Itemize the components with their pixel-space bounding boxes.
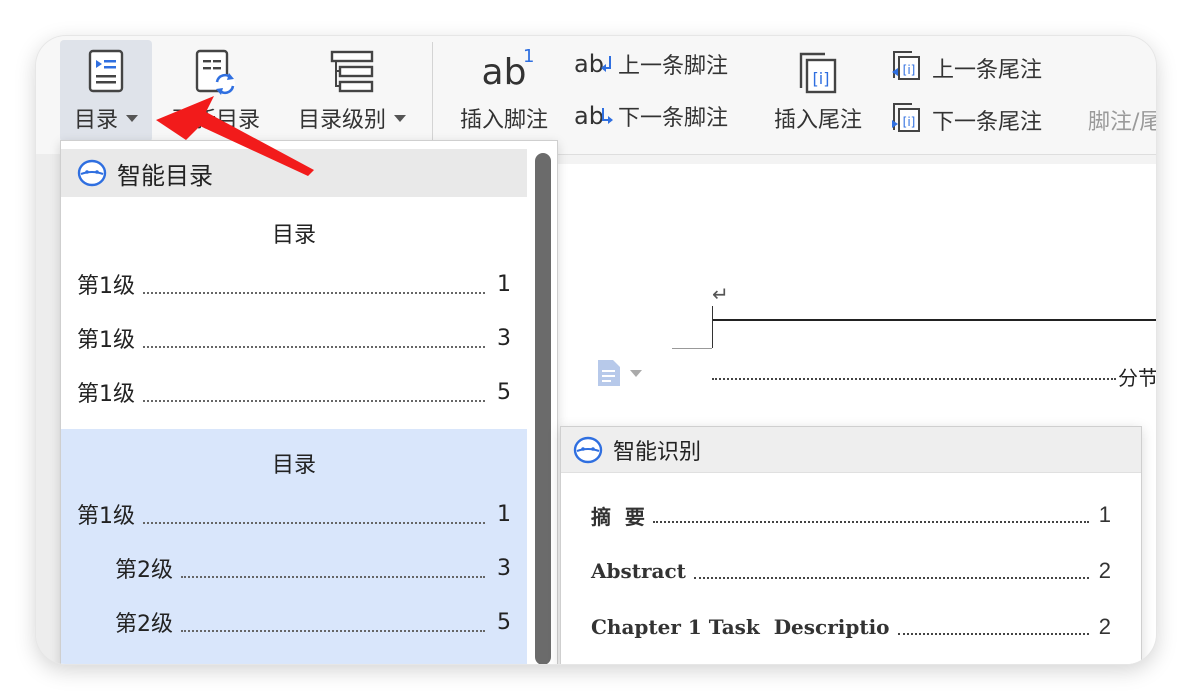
refresh-doc-icon: [193, 42, 239, 102]
recognized-entry: 摘 要1: [591, 502, 1111, 529]
section-break-label: 分节: [1118, 366, 1156, 390]
smart-face-icon: [573, 436, 603, 463]
toc-button[interactable]: 目录: [60, 40, 152, 142]
recognized-entry: Abstract 2: [591, 558, 1111, 583]
endnote-icon: [i]: [795, 42, 841, 102]
margin-corner-horizontal: [672, 348, 712, 349]
svg-text:[i]: [i]: [813, 69, 830, 88]
paragraph-options-button[interactable]: [596, 358, 642, 388]
toc-level-label: 目录级别: [297, 108, 386, 133]
dropdown-scrollbar[interactable]: [535, 153, 551, 664]
smart-toc-header[interactable]: 智能目录: [61, 149, 527, 197]
update-toc-button[interactable]: 更新目录: [166, 42, 266, 134]
toc-entry: 第2级 5: [115, 609, 511, 638]
svg-text:[i]: [i]: [903, 115, 916, 129]
toc-entry: 第1级 1: [77, 271, 511, 300]
prev-endnote-label: 上一条尾注: [932, 58, 1043, 83]
insert-footnote-button[interactable]: ab 1 插入脚注: [454, 42, 554, 134]
ribbon-toolbar: 目录 更新目录 目录级别 ab 1 插入脚注 ab 上一条脚注 ab 下一条脚注…: [36, 36, 1156, 155]
margin-corner-vertical: [712, 306, 713, 348]
toc-entry: 第1级 3: [77, 325, 511, 354]
app-window: 目录 更新目录 目录级别 ab 1 插入脚注 ab 上一条脚注 ab 下一条脚注…: [36, 36, 1156, 664]
footnote-group-label: 脚注/尾: [1088, 110, 1156, 135]
next-footnote-icon: ab: [574, 102, 613, 130]
smart-toc-header-label: 智能目录: [117, 161, 213, 190]
toc-icon: [84, 40, 128, 102]
update-toc-label: 更新目录: [171, 108, 260, 133]
ribbon-divider: [432, 42, 433, 140]
next-endnote-icon: [i]: [890, 100, 922, 140]
toc-card-title: 目录: [271, 223, 316, 248]
chevron-down-icon: [630, 369, 642, 377]
left-edge: [36, 154, 60, 664]
doc-options-icon: [598, 360, 620, 386]
toc-dropdown-menu: 智能目录 目录 第1级 1 第1级 3 第1级 5 目录 第1级 1 第2级 3 第2级 5: [60, 140, 558, 664]
header-rule: [712, 319, 1156, 321]
smart-recognition-header-label: 智能识别: [613, 439, 702, 465]
smart-recognition-header: 智能识别: [561, 427, 1141, 473]
insert-footnote-label: 插入脚注: [459, 108, 548, 133]
next-endnote-label: 下一条尾注: [932, 110, 1043, 135]
toc-style-card-1[interactable]: 目录 第1级 1 第1级 3 第1级 5: [61, 199, 527, 419]
toc-button-label: 目录: [73, 108, 118, 133]
prev-footnote-label: 上一条脚注: [618, 54, 729, 79]
paragraph-return-mark: ↵: [712, 282, 729, 306]
level-icon: [328, 42, 376, 102]
prev-footnote-button[interactable]: ab 上一条脚注: [574, 48, 728, 80]
next-endnote-button[interactable]: [i] 下一条尾注: [890, 100, 1042, 140]
smart-recognition-panel[interactable]: 智能识别 摘 要1 Abstract 2 Chapter 1 Task Descr…: [560, 426, 1142, 664]
prev-footnote-icon: ab: [574, 50, 611, 78]
chevron-down-icon: [126, 114, 138, 122]
svg-text:[i]: [i]: [903, 63, 916, 77]
next-footnote-label: 下一条脚注: [618, 106, 729, 131]
toc-entry: 第2级 3: [115, 555, 511, 584]
toc-card-title: 目录: [271, 453, 316, 478]
prev-endnote-button[interactable]: [i] 上一条尾注: [890, 48, 1042, 88]
insert-endnote-button[interactable]: [i] 插入尾注: [766, 42, 870, 134]
smart-face-icon: [77, 159, 107, 187]
recognized-entry: Chapter 1 Task Descriptio 2: [591, 614, 1111, 639]
next-footnote-button[interactable]: ab 下一条脚注: [574, 100, 728, 132]
footnote-icon: ab 1: [481, 46, 535, 93]
insert-endnote-label: 插入尾注: [773, 108, 862, 133]
chevron-down-icon: [394, 114, 406, 122]
toc-entry: 第1级 5: [77, 379, 511, 408]
toc-entry: 第1级 1: [77, 501, 511, 530]
toc-level-button[interactable]: 目录级别: [292, 42, 412, 134]
prev-endnote-icon: [i]: [890, 48, 922, 88]
toc-style-card-2[interactable]: 目录 第1级 1 第2级 3 第2级 5: [61, 429, 527, 664]
section-break-line: [712, 378, 1116, 380]
